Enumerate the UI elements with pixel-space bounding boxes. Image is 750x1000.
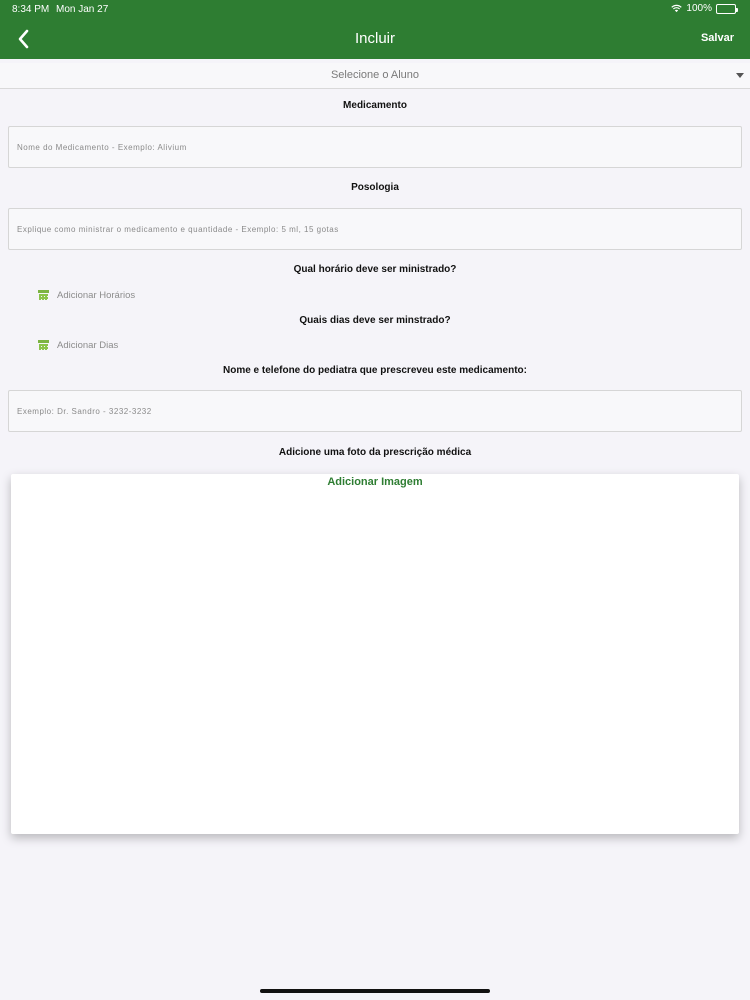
dosage-input[interactable] (9, 209, 741, 249)
page-title: Incluir (354, 30, 395, 47)
calendar-icon (38, 290, 49, 300)
add-hours-label: Adicionar Horários (57, 289, 136, 301)
dosage-heading: Posologia (351, 182, 399, 193)
add-image-button[interactable]: Adicionar Imagem (11, 476, 739, 488)
hours-heading: Qual horário deve ser ministrado? (293, 264, 457, 275)
save-button[interactable]: Salvar (701, 32, 734, 44)
medication-input[interactable] (9, 127, 741, 167)
add-days-button[interactable]: Adicionar Dias (38, 338, 118, 352)
prescription-image-card[interactable]: Adicionar Imagem (11, 474, 739, 834)
status-time: 8:34 PM (12, 4, 50, 15)
status-date: Mon Jan 27 (56, 4, 109, 15)
home-indicator (260, 989, 490, 993)
dropdown-caret-icon (736, 73, 744, 78)
medication-heading: Medicamento (343, 100, 407, 111)
student-select-value: Selecione o Aluno (330, 69, 420, 81)
pediatrician-field (8, 390, 742, 432)
add-days-label: Adicionar Dias (57, 339, 119, 351)
status-bar: 8:34 PM Mon Jan 27 100% (0, 0, 750, 18)
navigation-bar: Incluir Salvar (0, 18, 750, 59)
medication-field (8, 126, 742, 168)
pediatrician-input[interactable] (9, 391, 741, 431)
add-hours-button[interactable]: Adicionar Horários (38, 288, 135, 302)
wifi-icon (671, 4, 683, 13)
student-select[interactable]: Selecione o Aluno (0, 63, 750, 89)
status-right: 100% (671, 3, 738, 14)
prescription-heading: Adicione uma foto da prescrição médica (278, 447, 472, 458)
dosage-field (8, 208, 742, 250)
app-header: 8:34 PM Mon Jan 27 100% Incluir Salvar (0, 0, 750, 59)
battery-percent: 100% (686, 3, 712, 14)
calendar-icon (38, 340, 49, 350)
battery-icon (716, 3, 738, 14)
days-heading: Quais dias deve ser minstrado? (299, 315, 451, 326)
pediatrician-heading: Nome e telefone do pediatra que prescrev… (223, 365, 527, 376)
